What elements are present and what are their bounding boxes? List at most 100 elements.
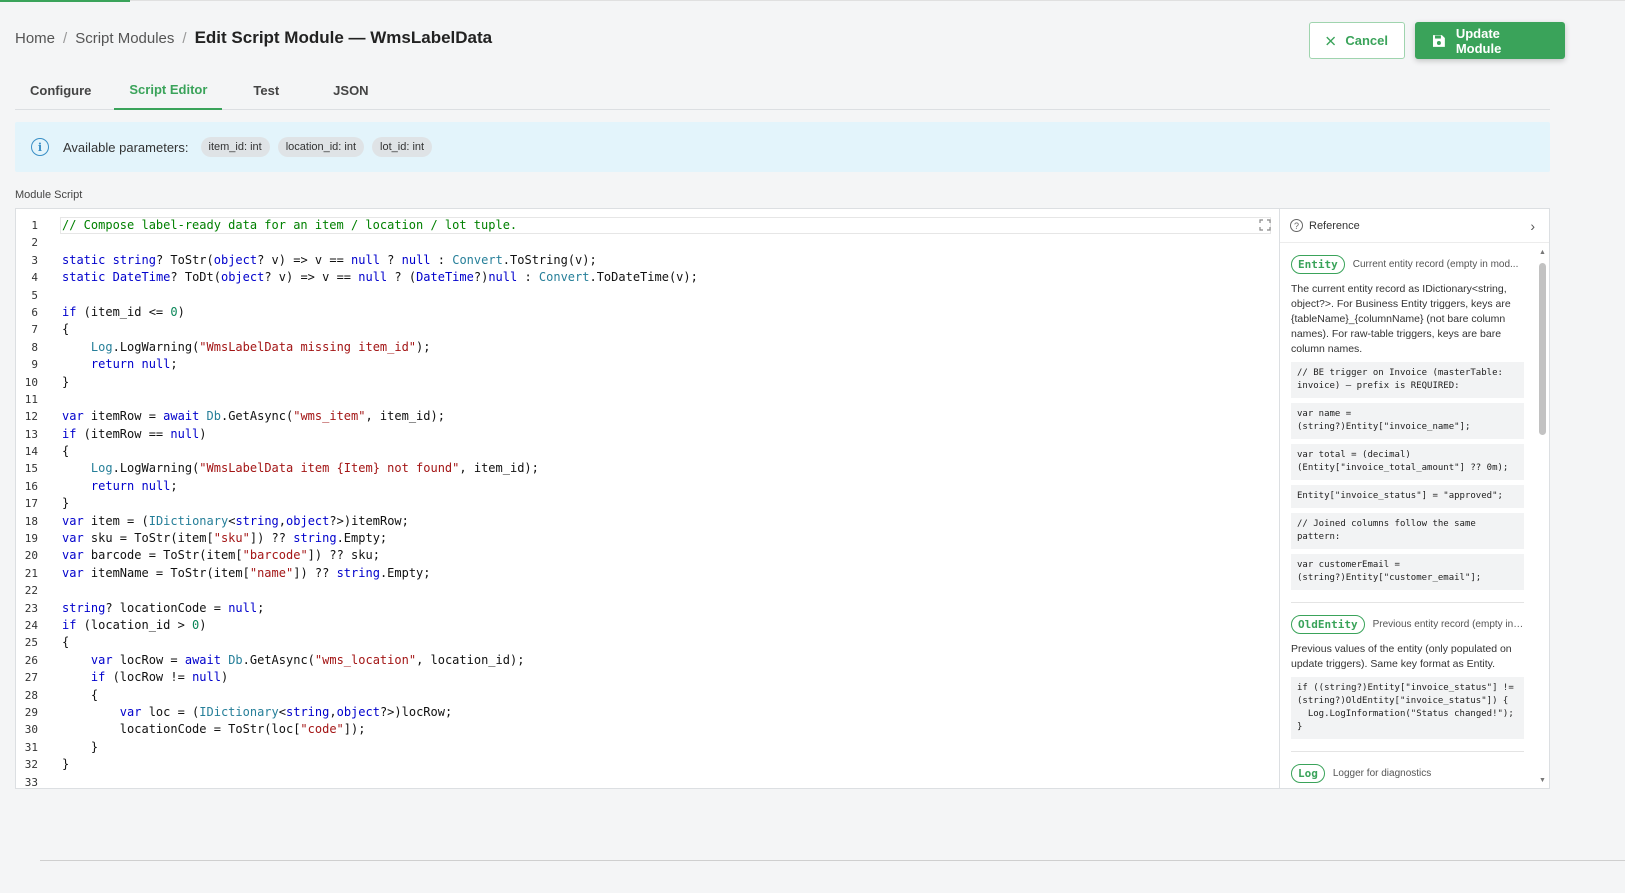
code-line[interactable]: 31 } [16, 739, 1279, 756]
code-text: { [62, 322, 70, 337]
reference-title: Reference [1309, 219, 1360, 232]
line-number: 33 [24, 775, 38, 789]
reference-entry-header[interactable]: Entity Current entity record (empty in mo… [1291, 255, 1524, 274]
reference-code-snippet: // Joined columns follow the same patter… [1291, 513, 1524, 549]
reference-short-description: Previous entity record (empty in ... [1372, 619, 1524, 630]
parameter-chip: lot_id: int [372, 137, 433, 157]
update-module-button[interactable]: Update Module [1415, 22, 1565, 59]
code-line[interactable]: 5 [16, 287, 1279, 304]
cancel-button[interactable]: Cancel [1309, 22, 1405, 59]
tab-configure[interactable]: Configure [15, 70, 106, 110]
line-number: 3 [31, 253, 38, 267]
code-line[interactable]: 28 { [16, 687, 1279, 704]
code-line[interactable]: 7{ [16, 321, 1279, 338]
code-line[interactable]: 11 [16, 391, 1279, 408]
line-number: 11 [24, 392, 38, 406]
reference-divider [1291, 751, 1524, 752]
breadcrumb-home[interactable]: Home [15, 30, 55, 47]
code-line[interactable]: 2 [16, 234, 1279, 251]
code-text: // Compose label-ready data for an item … [62, 218, 518, 232]
breadcrumb: Home / Script Modules / Edit Script Modu… [15, 28, 492, 48]
code-line[interactable]: 19 var sku = ToStr(item["sku"]) ?? string… [16, 530, 1279, 547]
line-number: 20 [24, 549, 38, 563]
code-line[interactable]: 16 return null; [16, 478, 1279, 495]
line-number: 30 [24, 723, 38, 737]
line-number: 7 [31, 323, 38, 337]
breadcrumb-separator: / [63, 29, 68, 47]
code-text: } [62, 496, 70, 511]
code-line[interactable]: 12 var itemRow = await Db.GetAsync("wms_i… [16, 408, 1279, 425]
line-number: 22 [24, 584, 38, 598]
footer-divider [40, 860, 1625, 861]
code-text: if (locRow != null) [90, 670, 229, 685]
line-number: 4 [31, 271, 38, 285]
code-editor[interactable]: 1 // Compose label-ready data for an item… [16, 209, 1279, 788]
code-text: static DateTime? ToDt(object? v) => v ==… [62, 270, 698, 285]
reference-description: The current entity record as IDictionary… [1291, 283, 1511, 355]
line-number: 10 [24, 375, 38, 389]
code-text: if (itemRow == null) [62, 426, 207, 441]
code-text: } [62, 374, 70, 389]
code-text: { [62, 687, 99, 702]
code-line[interactable]: 30 locationCode = ToStr(loc["code"]); [16, 721, 1279, 738]
code-line[interactable]: 32} [16, 756, 1279, 773]
top-border [0, 0, 1625, 1]
reference-badge: Log [1291, 764, 1325, 783]
tab-script-editor[interactable]: Script Editor [114, 70, 223, 110]
fullscreen-icon[interactable] [1259, 219, 1271, 231]
code-line[interactable]: 13 if (itemRow == null) [16, 426, 1279, 443]
chevron-right-icon[interactable]: › [1530, 218, 1535, 234]
line-number: 13 [24, 427, 38, 441]
line-number: 2 [31, 236, 38, 250]
code-line[interactable]: 22 [16, 582, 1279, 599]
line-number: 12 [24, 410, 38, 424]
line-number: 14 [24, 445, 38, 459]
reference-entry-header[interactable]: OldEntity Previous entity record (empty i… [1291, 615, 1524, 634]
page-header: Home / Script Modules / Edit Script Modu… [15, 22, 1565, 70]
line-number: 5 [31, 288, 38, 302]
code-line[interactable]: 14 { [16, 443, 1279, 460]
code-line[interactable]: 8 Log.LogWarning("WmsLabelData missing i… [16, 339, 1279, 356]
code-text: locationCode = ToStr(loc["code"]); [62, 722, 366, 737]
reference-entry-header[interactable]: Log Logger for diagnostics [1291, 764, 1524, 783]
code-line[interactable]: 24 if (location_id > 0) [16, 617, 1279, 634]
tab-test[interactable]: Test [238, 70, 294, 110]
line-number: 9 [31, 358, 38, 372]
code-line[interactable]: 17} [16, 495, 1279, 512]
code-line[interactable]: 25 { [16, 634, 1279, 651]
code-line[interactable]: 4 static DateTime? ToDt(object? v) => v =… [16, 269, 1279, 286]
parameter-chip: location_id: int [277, 137, 365, 157]
code-line[interactable]: 33 [16, 774, 1279, 789]
reference-code-snippet: Entity["invoice_status"] = "approved"; [1291, 485, 1524, 508]
loading-progress-bar [0, 0, 130, 2]
line-number: 8 [31, 340, 38, 354]
code-line[interactable]: 3 static string? ToStr(object? v) => v ==… [16, 252, 1279, 269]
code-line[interactable]: 1 // Compose label-ready data for an item… [16, 217, 1279, 235]
code-text: var barcode = ToStr(item["barcode"]) ?? … [62, 548, 380, 563]
reference-panel-header[interactable]: ? Reference › [1280, 209, 1549, 243]
code-line[interactable]: 20 var barcode = ToStr(item["barcode"]) ?… [16, 547, 1279, 564]
code-text: var itemName = ToStr(item["name"]) ?? st… [62, 565, 431, 580]
code-line[interactable]: 27 if (locRow != null) [16, 669, 1279, 686]
scroll-up-icon[interactable]: ▲ [1539, 249, 1546, 256]
scroll-down-icon[interactable]: ▼ [1539, 777, 1546, 784]
scrollbar-thumb[interactable] [1539, 263, 1546, 435]
code-line[interactable]: 15 Log.LogWarning("WmsLabelData item {It… [16, 460, 1279, 477]
cancel-button-label: Cancel [1345, 33, 1388, 48]
code-line[interactable]: 10} [16, 374, 1279, 391]
reference-scrollbar[interactable]: ▲ ▼ [1538, 249, 1547, 784]
code-line[interactable]: 18 var item = (IDictionary<string,object?… [16, 513, 1279, 530]
code-line[interactable]: 9 return null; [16, 356, 1279, 373]
code-line[interactable]: 23 string? locationCode = null; [16, 600, 1279, 617]
line-number: 26 [24, 653, 38, 667]
code-line[interactable]: 6 if (item_id <= 0) [16, 304, 1279, 321]
parameter-chip: item_id: int [200, 137, 270, 157]
code-line[interactable]: 29 var loc = (IDictionary<string,object?… [16, 704, 1279, 721]
breadcrumb-script-modules[interactable]: Script Modules [75, 30, 174, 47]
code-line[interactable]: 26 var locRow = await Db.GetAsync("wms_l… [16, 652, 1279, 669]
code-text: var item = (IDictionary<string,object?>)… [62, 513, 409, 528]
code-line[interactable]: 21 var itemName = ToStr(item["name"]) ?? … [16, 565, 1279, 582]
reference-list: Entity Current entity record (empty in mo… [1291, 247, 1524, 783]
tab-json[interactable]: JSON [318, 70, 383, 110]
update-module-button-label: Update Module [1455, 25, 1502, 56]
